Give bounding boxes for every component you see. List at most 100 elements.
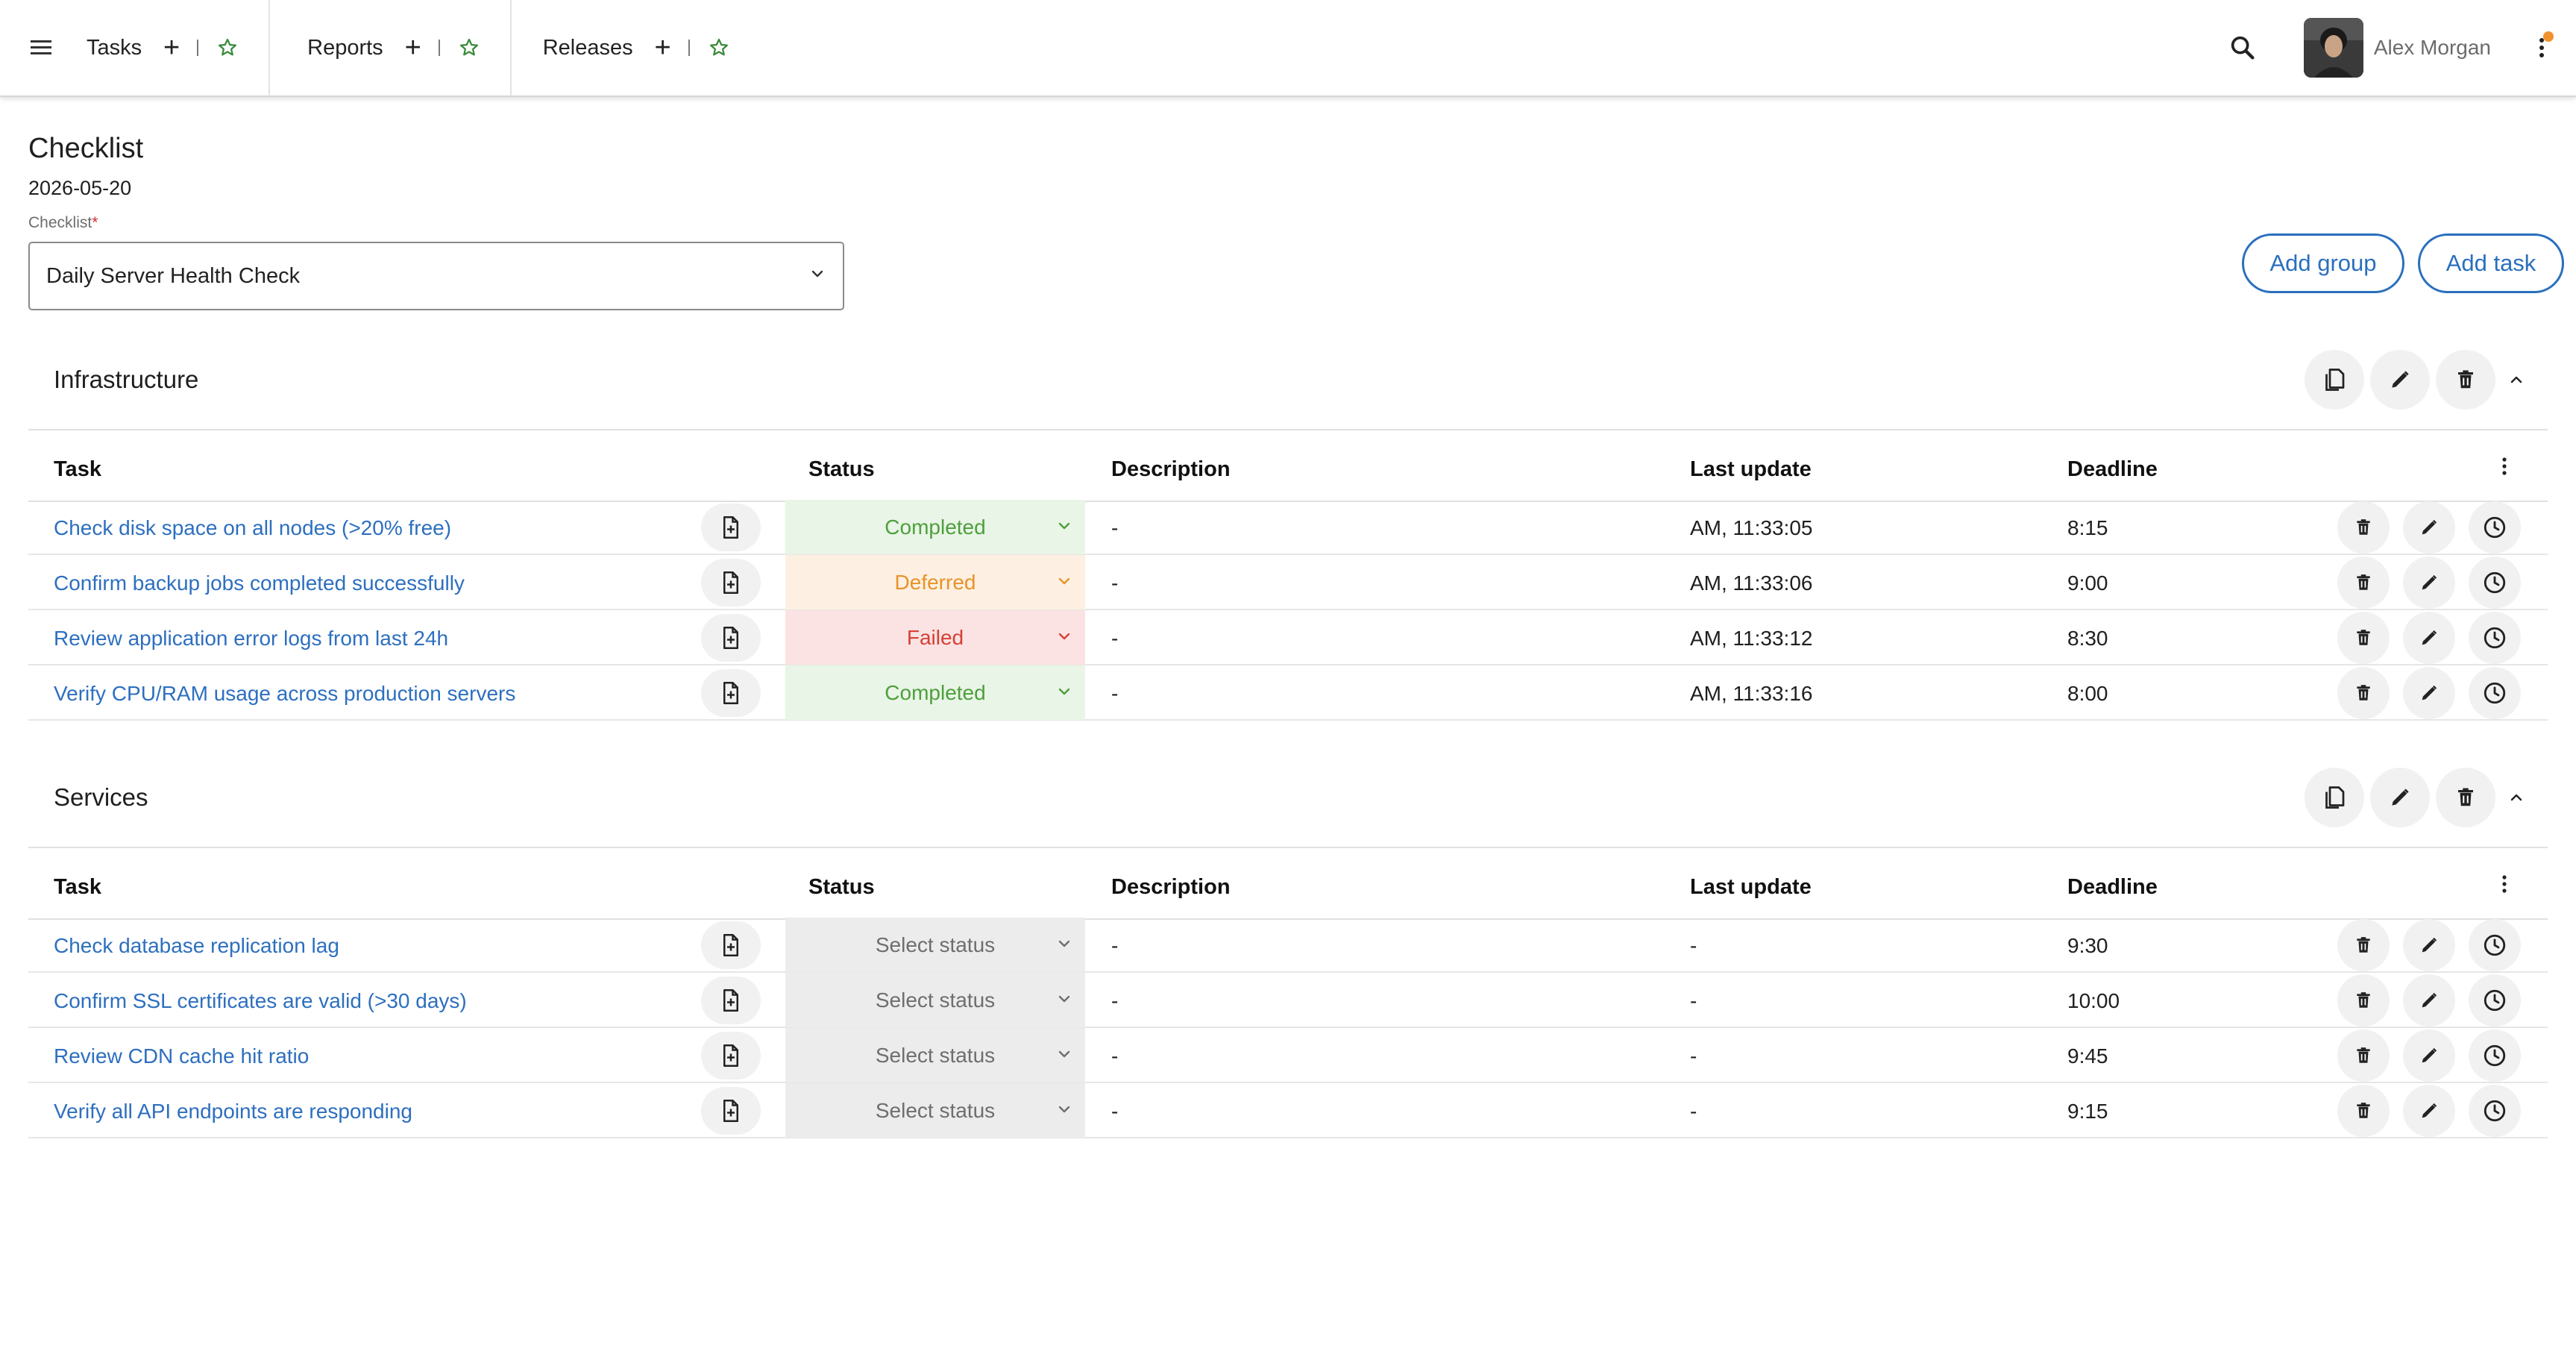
column-header-task[interactable]: Task bbox=[54, 457, 101, 482]
task-link[interactable]: Verify all API endpoints are responding bbox=[54, 1100, 412, 1123]
delete-task-button[interactable] bbox=[2337, 974, 2390, 1027]
history-button[interactable] bbox=[2469, 1085, 2521, 1137]
task-link[interactable]: Confirm SSL certificates are valid (>30 … bbox=[54, 989, 467, 1013]
nav-tab-label[interactable]: Releases bbox=[543, 36, 633, 60]
column-header-description[interactable]: Description bbox=[1111, 875, 1231, 900]
status-select[interactable]: Select status bbox=[785, 973, 1085, 1027]
history-button[interactable] bbox=[2469, 501, 2521, 554]
history-button[interactable] bbox=[2469, 557, 2521, 609]
more-menu-button[interactable] bbox=[2527, 25, 2557, 70]
clock-icon bbox=[2484, 571, 2506, 594]
chevron-down-icon bbox=[1058, 522, 1070, 530]
status-select[interactable]: Deferred bbox=[785, 555, 1085, 609]
nav-tab-label[interactable]: Tasks bbox=[87, 36, 142, 60]
task-link[interactable]: Review application error logs from last … bbox=[54, 627, 448, 651]
column-header-deadline[interactable]: Deadline bbox=[2067, 457, 2158, 482]
column-header-status[interactable]: Status bbox=[808, 875, 875, 900]
attach-document-button[interactable] bbox=[701, 614, 761, 662]
required-mark: * bbox=[92, 214, 98, 231]
status-select[interactable]: Failed bbox=[785, 610, 1085, 665]
status-select[interactable]: Select status bbox=[785, 918, 1085, 972]
chevron-down-icon bbox=[811, 270, 823, 278]
task-deadline: 8:15 bbox=[2067, 516, 2108, 539]
attach-document-button[interactable] bbox=[701, 504, 761, 551]
status-select[interactable]: Select status bbox=[785, 1083, 1085, 1138]
star-icon[interactable] bbox=[215, 35, 240, 60]
edit-group-button[interactable] bbox=[2370, 350, 2430, 410]
user-avatar[interactable] bbox=[2303, 18, 2363, 78]
nav-tab-tasks[interactable]: Tasks + bbox=[82, 0, 271, 96]
star-icon[interactable] bbox=[456, 35, 482, 60]
history-button[interactable] bbox=[2469, 667, 2521, 719]
edit-task-button[interactable] bbox=[2403, 557, 2455, 609]
column-header-status[interactable]: Status bbox=[808, 457, 875, 482]
nav-tab-reports[interactable]: Reports + bbox=[270, 0, 512, 96]
delete-group-button[interactable] bbox=[2436, 768, 2495, 827]
delete-task-button[interactable] bbox=[2337, 667, 2390, 719]
status-select[interactable]: Completed bbox=[785, 500, 1085, 554]
status-select[interactable]: Completed bbox=[785, 665, 1085, 720]
nav-tab-label[interactable]: Reports bbox=[307, 36, 383, 60]
task-link[interactable]: Verify CPU/RAM usage across production s… bbox=[54, 682, 515, 706]
add-task-button[interactable]: Add task bbox=[2418, 234, 2564, 293]
edit-task-button[interactable] bbox=[2403, 974, 2455, 1027]
copy-group-button[interactable] bbox=[2305, 768, 2364, 827]
plus-icon[interactable]: + bbox=[400, 34, 427, 62]
history-button[interactable] bbox=[2469, 1029, 2521, 1082]
edit-task-button[interactable] bbox=[2403, 1085, 2455, 1137]
delete-task-button[interactable] bbox=[2337, 557, 2390, 609]
delete-task-button[interactable] bbox=[2337, 612, 2390, 664]
task-deadline: 8:30 bbox=[2067, 627, 2108, 650]
column-options-button[interactable] bbox=[2489, 451, 2519, 481]
attach-document-button[interactable] bbox=[701, 559, 761, 607]
table-header: Task Status Description Last update Dead… bbox=[28, 430, 2548, 502]
task-link[interactable]: Check database replication lag bbox=[54, 934, 339, 958]
collapse-group-button[interactable] bbox=[2501, 365, 2531, 395]
delete-group-button[interactable] bbox=[2436, 350, 2495, 410]
edit-task-button[interactable] bbox=[2403, 919, 2455, 971]
hamburger-menu-button[interactable] bbox=[0, 0, 82, 96]
task-link[interactable]: Confirm backup jobs completed successful… bbox=[54, 571, 465, 595]
group-title-services: Services bbox=[54, 783, 148, 811]
trash-icon bbox=[2357, 685, 2370, 701]
delete-task-button[interactable] bbox=[2337, 1029, 2390, 1082]
checklist-select[interactable]: Daily Server Health Check bbox=[28, 242, 844, 310]
edit-group-button[interactable] bbox=[2370, 768, 2430, 827]
history-button[interactable] bbox=[2469, 974, 2521, 1027]
copy-group-button[interactable] bbox=[2305, 350, 2364, 410]
task-description: - bbox=[1111, 1044, 1119, 1068]
plus-icon[interactable]: + bbox=[158, 34, 185, 62]
attach-document-button[interactable] bbox=[701, 1032, 761, 1079]
delete-task-button[interactable] bbox=[2337, 919, 2390, 971]
history-button[interactable] bbox=[2469, 919, 2521, 971]
trash-icon bbox=[2458, 370, 2473, 389]
status-select[interactable]: Select status bbox=[785, 1028, 1085, 1082]
column-header-last-update[interactable]: Last update bbox=[1690, 875, 1812, 900]
add-group-button[interactable]: Add group bbox=[2242, 234, 2404, 293]
attach-document-button[interactable] bbox=[701, 669, 761, 717]
task-link[interactable]: Review CDN cache hit ratio bbox=[54, 1044, 309, 1068]
column-header-deadline[interactable]: Deadline bbox=[2067, 875, 2158, 900]
edit-task-button[interactable] bbox=[2403, 612, 2455, 664]
edit-task-button[interactable] bbox=[2403, 1029, 2455, 1082]
column-header-last-update[interactable]: Last update bbox=[1690, 457, 1812, 482]
group-actions bbox=[2305, 350, 2531, 410]
history-button[interactable] bbox=[2469, 612, 2521, 664]
attach-document-button[interactable] bbox=[701, 1087, 761, 1135]
nav-tab-releases[interactable]: Releases + bbox=[512, 0, 760, 96]
edit-task-button[interactable] bbox=[2403, 667, 2455, 719]
column-options-button[interactable] bbox=[2489, 869, 2519, 899]
star-icon[interactable] bbox=[706, 35, 732, 60]
delete-task-button[interactable] bbox=[2337, 501, 2390, 554]
search-button[interactable] bbox=[2220, 25, 2265, 70]
edit-task-button[interactable] bbox=[2403, 501, 2455, 554]
attach-document-button[interactable] bbox=[701, 977, 761, 1024]
attach-document-button[interactable] bbox=[701, 921, 761, 969]
delete-task-button[interactable] bbox=[2337, 1085, 2390, 1137]
user-name[interactable]: Alex Morgan bbox=[2374, 36, 2491, 60]
column-header-task[interactable]: Task bbox=[54, 875, 101, 900]
collapse-group-button[interactable] bbox=[2501, 783, 2531, 812]
task-link[interactable]: Check disk space on all nodes (>20% free… bbox=[54, 516, 451, 540]
plus-icon[interactable]: + bbox=[650, 34, 676, 62]
column-header-description[interactable]: Description bbox=[1111, 457, 1231, 482]
